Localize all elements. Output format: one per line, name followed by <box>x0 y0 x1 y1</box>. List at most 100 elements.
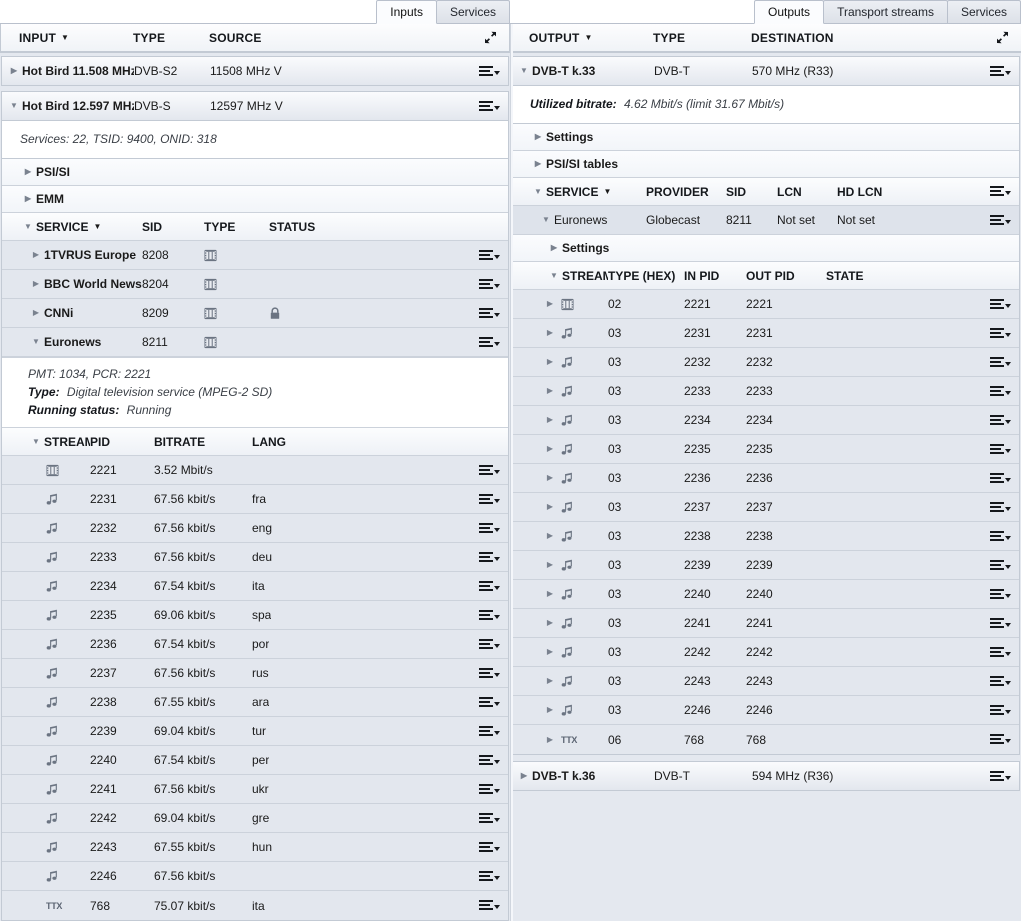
header-pid-label[interactable]: PID <box>90 428 154 455</box>
row-menu-icon[interactable] <box>476 336 502 348</box>
row-menu-icon[interactable] <box>476 812 502 824</box>
right-stream-row[interactable]: ▶ 03 2235 2235 <box>512 435 1019 464</box>
node-settings[interactable]: ▶ Settings <box>512 124 1019 151</box>
header-destination-cell[interactable]: DESTINATION <box>751 24 834 51</box>
row-menu-icon[interactable] <box>476 551 502 563</box>
collapse-triangle-down-icon[interactable]: ▼ <box>516 67 532 75</box>
stream-row[interactable]: 2238 67.55 kbit/s ara <box>2 688 508 717</box>
service-row[interactable]: ▶ CNNi 8209 <box>2 299 508 328</box>
right-stream-row[interactable]: ▶ 03 2239 2239 <box>512 551 1019 580</box>
collapse-triangle-down-icon[interactable]: ▼ <box>530 187 546 196</box>
right-stream-row[interactable]: ▶ 03 2231 2231 <box>512 319 1019 348</box>
right-stream-row[interactable]: ▶ 03 2236 2236 <box>512 464 1019 493</box>
collapse-triangle-down-icon[interactable]: ▼ <box>28 338 44 346</box>
row-menu-icon[interactable] <box>476 522 502 534</box>
row-menu-icon[interactable] <box>476 667 502 679</box>
expand-triangle-right-icon[interactable]: ▶ <box>542 706 558 714</box>
row-menu-icon[interactable] <box>987 65 1013 77</box>
row-menu-icon[interactable] <box>987 704 1013 716</box>
expand-triangle-right-icon[interactable]: ▶ <box>542 619 558 627</box>
row-menu-icon[interactable] <box>987 472 1013 484</box>
row-menu-icon[interactable] <box>987 414 1013 426</box>
expand-triangle-right-icon[interactable]: ▶ <box>542 561 558 569</box>
node-psi-si[interactable]: ▶ PSI/SI <box>2 159 508 186</box>
node-psi-si-tables[interactable]: ▶ PSI/SI tables <box>512 151 1019 178</box>
row-menu-icon[interactable] <box>476 307 502 319</box>
service-row[interactable]: ▶ 1TVRUS Europe 8208 <box>2 241 508 270</box>
expand-triangle-right-icon[interactable]: ▶ <box>546 244 562 252</box>
expand-triangle-right-icon[interactable]: ▶ <box>542 735 558 744</box>
row-menu-icon[interactable] <box>987 356 1013 368</box>
output-row-dvbt-k33[interactable]: ▼ DVB-T k.33 DVB-T 570 MHz (R33) <box>511 56 1020 86</box>
header-input-cell[interactable]: INPUT ▼ <box>1 24 133 51</box>
service-row-euronews[interactable]: ▼ Euronews 8211 <box>2 328 508 357</box>
header-state-label[interactable]: STATE <box>826 262 864 289</box>
row-menu-icon[interactable] <box>476 249 502 261</box>
row-menu-icon[interactable] <box>987 327 1013 339</box>
collapse-triangle-down-icon[interactable]: ▼ <box>28 437 44 446</box>
stream-row[interactable]: 2242 69.04 kbit/s gre <box>2 804 508 833</box>
tab-left-services[interactable]: Services <box>435 0 510 23</box>
node-service-settings[interactable]: ▶ Settings <box>512 235 1019 262</box>
header-outtype-cell[interactable]: TYPE <box>653 24 751 51</box>
row-menu-icon[interactable] <box>476 638 502 650</box>
expand-triangle-right-icon[interactable]: ▶ <box>542 329 558 337</box>
row-menu-icon[interactable] <box>987 617 1013 629</box>
stream-row[interactable]: 2239 69.04 kbit/s tur <box>2 717 508 746</box>
row-menu-icon[interactable] <box>987 443 1013 455</box>
stream-row[interactable]: 2246 67.56 kbit/s <box>2 862 508 891</box>
expand-triangle-right-icon[interactable]: ▶ <box>28 280 44 288</box>
row-menu-icon[interactable] <box>476 464 502 476</box>
header-outpid-label[interactable]: OUT PID <box>746 262 826 289</box>
row-menu-icon[interactable] <box>987 646 1013 658</box>
expand-triangle-right-icon[interactable]: ▶ <box>542 677 558 685</box>
expand-diagonal-icon[interactable] <box>477 31 503 44</box>
row-menu-icon[interactable] <box>476 278 502 290</box>
stream-row[interactable]: 2243 67.55 kbit/s hun <box>2 833 508 862</box>
tab-inputs[interactable]: Inputs <box>376 0 437 24</box>
tab-transport-streams[interactable]: Transport streams <box>823 0 948 23</box>
row-menu-icon[interactable] <box>987 675 1013 687</box>
row-menu-icon[interactable] <box>476 841 502 853</box>
stream-row[interactable]: 2232 67.56 kbit/s eng <box>2 514 508 543</box>
row-menu-icon[interactable] <box>476 870 502 882</box>
right-stream-row[interactable]: ▶ TTX 06 768 768 <box>512 725 1019 754</box>
expand-triangle-right-icon[interactable]: ▶ <box>542 445 558 453</box>
expand-triangle-right-icon[interactable]: ▶ <box>28 309 44 317</box>
expand-triangle-right-icon[interactable]: ▶ <box>530 133 546 141</box>
row-menu-icon[interactable] <box>476 100 502 112</box>
expand-triangle-right-icon[interactable]: ▶ <box>542 416 558 424</box>
row-menu-icon[interactable] <box>476 493 502 505</box>
expand-triangle-right-icon[interactable]: ▶ <box>542 503 558 511</box>
stream-row[interactable]: 2233 67.56 kbit/s deu <box>2 543 508 572</box>
row-menu-icon[interactable] <box>476 900 502 911</box>
stream-row[interactable]: 2237 67.56 kbit/s rus <box>2 659 508 688</box>
row-menu-icon[interactable] <box>476 580 502 592</box>
stream-row[interactable]: 2221 3.52 Mbit/s <box>2 456 508 485</box>
right-stream-row[interactable]: ▶ 03 2240 2240 <box>512 580 1019 609</box>
expand-triangle-right-icon[interactable]: ▶ <box>516 772 532 780</box>
stream-row[interactable]: TTX 768 75.07 kbit/s ita <box>2 891 508 920</box>
right-stream-row[interactable]: ▶ 03 2233 2233 <box>512 377 1019 406</box>
right-stream-row[interactable]: ▶ 03 2238 2238 <box>512 522 1019 551</box>
stream-row[interactable]: 2234 67.54 kbit/s ita <box>2 572 508 601</box>
expand-triangle-right-icon[interactable]: ▶ <box>542 648 558 656</box>
collapse-triangle-down-icon[interactable]: ▼ <box>546 271 562 280</box>
right-stream-row[interactable]: ▶ 03 2243 2243 <box>512 667 1019 696</box>
header-inpid-label[interactable]: IN PID <box>684 262 746 289</box>
header-status-label[interactable]: STATUS <box>269 213 315 240</box>
expand-triangle-right-icon[interactable]: ▶ <box>530 160 546 168</box>
row-menu-icon[interactable] <box>476 65 502 77</box>
header-sid-label[interactable]: SID <box>142 213 204 240</box>
node-emm[interactable]: ▶ EMM <box>2 186 508 213</box>
expand-triangle-right-icon[interactable]: ▶ <box>542 387 558 395</box>
expand-diagonal-icon[interactable] <box>989 31 1015 44</box>
right-stream-row[interactable]: ▶ 03 2234 2234 <box>512 406 1019 435</box>
row-menu-icon[interactable] <box>987 385 1013 397</box>
row-menu-icon[interactable] <box>987 530 1013 542</box>
right-stream-row[interactable]: ▶ 03 2237 2237 <box>512 493 1019 522</box>
header-sid-label[interactable]: SID <box>726 178 777 205</box>
expand-triangle-right-icon[interactable]: ▶ <box>542 590 558 598</box>
expand-triangle-right-icon[interactable]: ▶ <box>542 358 558 366</box>
row-menu-icon[interactable] <box>476 609 502 621</box>
